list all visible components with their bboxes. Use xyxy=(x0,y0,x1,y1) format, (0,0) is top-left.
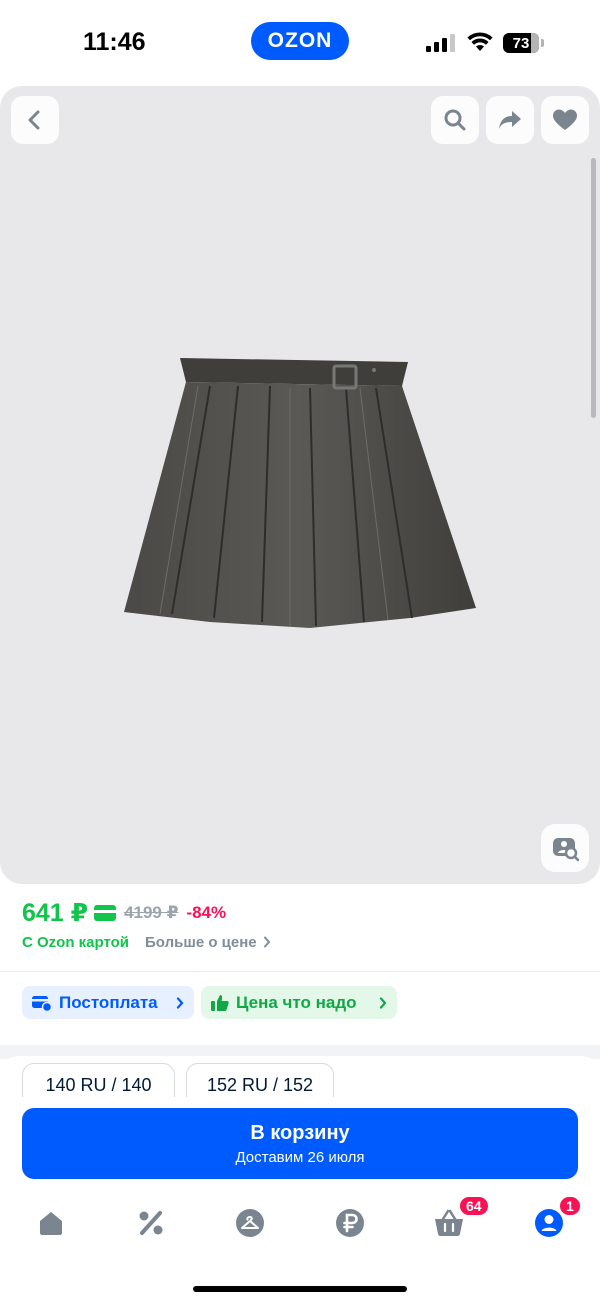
hanger-icon xyxy=(236,1209,264,1237)
more-about-price-label: Больше о цене xyxy=(145,933,257,951)
discount-badge: -84% xyxy=(186,903,227,922)
good-price-label: Цена что надо xyxy=(236,992,357,1012)
card-clock-icon xyxy=(32,995,52,1012)
tab-finance[interactable] xyxy=(330,1203,370,1243)
share-icon xyxy=(499,111,521,129)
wifi-icon xyxy=(467,32,493,51)
search-button[interactable] xyxy=(431,96,479,144)
home-indicator[interactable] xyxy=(193,1286,407,1292)
product-image[interactable] xyxy=(110,346,490,636)
ruble-icon xyxy=(336,1209,364,1237)
battery-level: 73 xyxy=(512,34,530,52)
photo-search-icon xyxy=(553,838,579,862)
postpay-chip[interactable]: Постоплата xyxy=(22,986,194,1019)
delivery-date: Доставим 26 июля xyxy=(235,1148,365,1166)
divider xyxy=(0,971,600,972)
back-button[interactable] xyxy=(11,96,59,144)
price-row: 641 ₽ 4199 ₽ -84% xyxy=(22,898,226,928)
ozon-card-icon xyxy=(94,905,117,921)
chevron-right-icon xyxy=(263,936,270,948)
cart-count-badge: 64 xyxy=(458,1195,490,1217)
price-subline: С Ozon картой Больше о цене xyxy=(22,932,271,952)
ozon-logo[interactable]: OZON xyxy=(251,22,349,60)
status-time: 11:46 xyxy=(83,28,146,56)
percent-icon xyxy=(139,1211,163,1235)
thumbs-up-icon xyxy=(211,994,229,1011)
tab-fashion[interactable] xyxy=(230,1203,270,1243)
tab-sale[interactable] xyxy=(131,1203,171,1243)
chevron-left-icon xyxy=(28,110,40,130)
photo-search-button[interactable] xyxy=(541,824,589,872)
share-button[interactable] xyxy=(486,96,534,144)
with-card-label: С Ozon картой xyxy=(22,933,130,951)
favorite-button[interactable] xyxy=(541,96,589,144)
postpay-label: Постоплата xyxy=(59,992,158,1012)
chevron-right-icon xyxy=(176,996,184,1009)
add-to-cart-button[interactable]: В корзину Доставим 26 июля xyxy=(22,1108,578,1179)
chevron-right-icon xyxy=(379,996,387,1009)
add-to-cart-label: В корзину xyxy=(250,1121,350,1144)
cellular-signal-icon xyxy=(426,34,455,52)
heart-icon xyxy=(553,109,577,130)
tab-home[interactable] xyxy=(31,1203,71,1243)
price-with-card: 641 ₽ xyxy=(22,899,89,927)
good-price-chip[interactable]: Цена что надо xyxy=(201,986,397,1019)
status-bar: 11:46 OZON 73 xyxy=(0,0,600,86)
gallery-scroll-indicator xyxy=(591,158,596,418)
search-icon xyxy=(444,109,466,131)
old-price: 4199 ₽ xyxy=(124,903,179,922)
profile-notification-badge: 1 xyxy=(558,1195,582,1217)
more-about-price-link[interactable]: Больше о цене xyxy=(145,934,271,951)
battery-icon: 73 xyxy=(503,33,545,53)
product-gallery[interactable] xyxy=(0,86,600,884)
home-icon xyxy=(40,1212,62,1235)
